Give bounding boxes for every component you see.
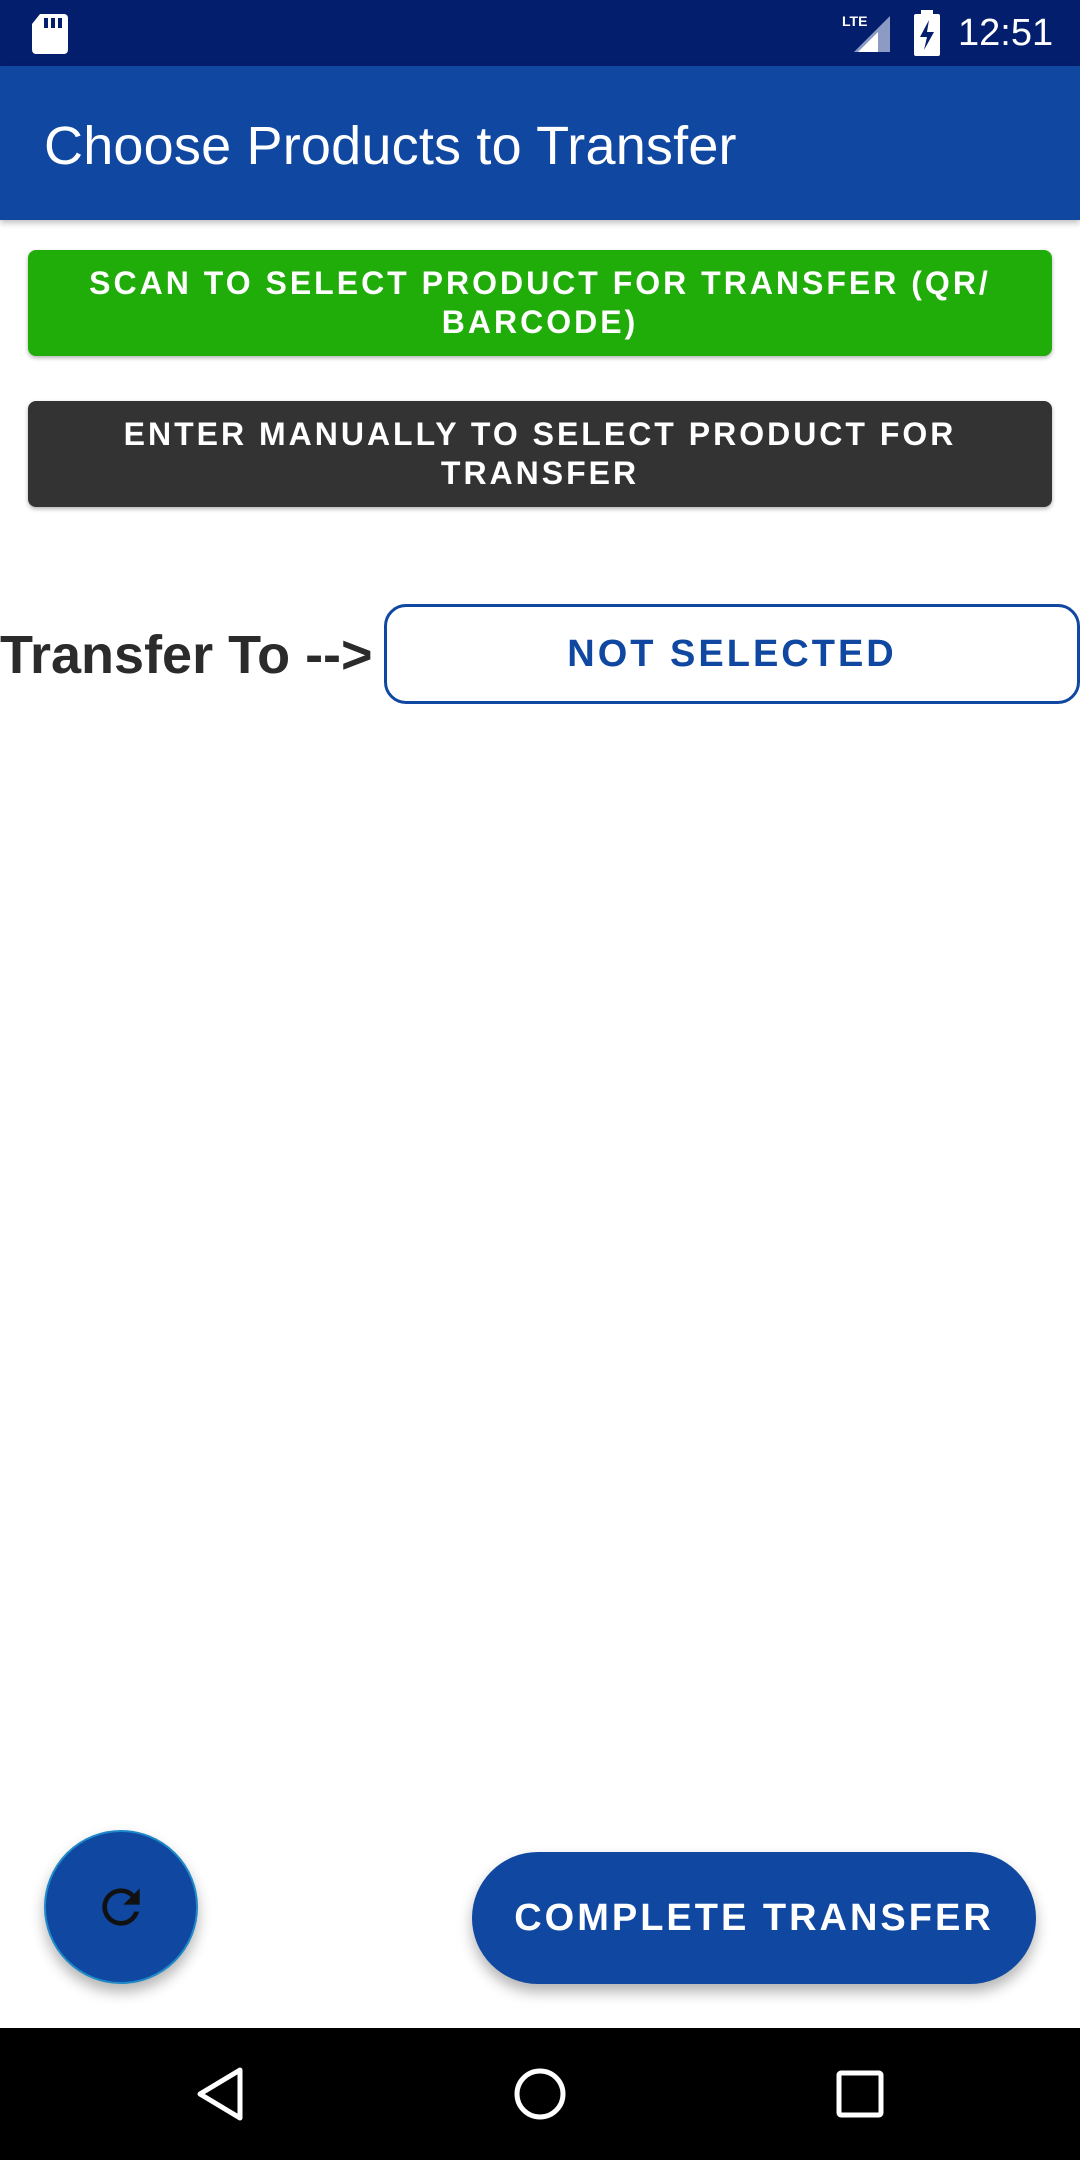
lte-signal-icon: LTE xyxy=(842,13,890,52)
status-time: 12:51 xyxy=(958,12,1054,54)
page-title: Choose Products to Transfer xyxy=(44,116,737,176)
svg-text:LTE: LTE xyxy=(842,13,867,29)
enter-manually-button[interactable]: ENTER MANUALLY TO SELECT PRODUCT FOR TRA… xyxy=(28,401,1052,507)
back-icon[interactable] xyxy=(192,2064,252,2124)
complete-transfer-button[interactable]: COMPLETE TRANSFER xyxy=(472,1852,1036,1984)
sd-card-icon xyxy=(32,14,68,54)
refresh-icon xyxy=(102,1888,140,1926)
app-bar: Choose Products to Transfer xyxy=(0,66,1080,220)
home-icon[interactable] xyxy=(510,2064,570,2124)
battery-charging-icon xyxy=(914,10,940,56)
recent-apps-icon[interactable] xyxy=(830,2064,890,2124)
status-bar: LTE 12:51 xyxy=(0,0,1080,66)
scan-product-button[interactable]: SCAN TO SELECT PRODUCT FOR TRANSFER (QR/… xyxy=(28,250,1052,356)
refresh-button[interactable] xyxy=(44,1830,198,1984)
navigation-bar xyxy=(0,2028,1080,2160)
destination-select-button[interactable]: NOT SELECTED xyxy=(384,604,1080,704)
transfer-to-label: Transfer To --> xyxy=(0,625,373,685)
